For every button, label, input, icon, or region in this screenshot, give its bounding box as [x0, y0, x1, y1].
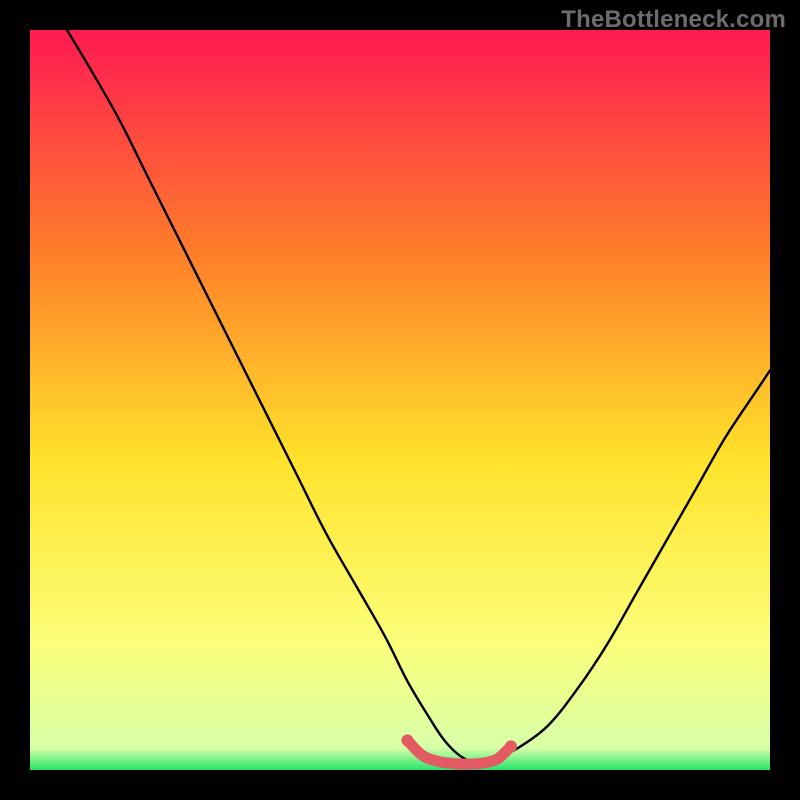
- plot-area: [30, 30, 770, 770]
- marker-dot-end: [505, 740, 517, 752]
- chart-svg: [30, 30, 770, 770]
- watermark-text: TheBottleneck.com: [561, 6, 786, 34]
- chart-frame: TheBottleneck.com: [0, 0, 800, 800]
- gradient-background: [30, 30, 770, 770]
- marker-dot-start: [401, 734, 413, 746]
